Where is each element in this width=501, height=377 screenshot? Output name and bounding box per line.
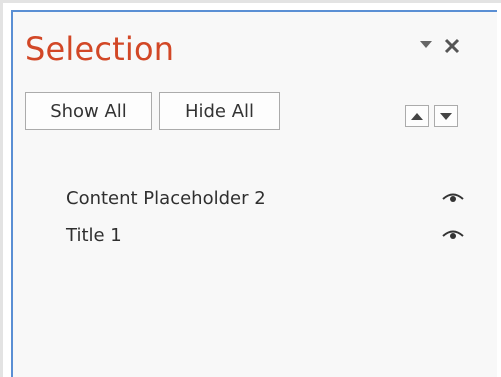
send-backward-button[interactable] [434, 105, 458, 127]
window-top-border [0, 0, 501, 3]
selection-pane-window: Selection Show All Hide All Content Plac… [0, 0, 501, 377]
eye-icon [442, 193, 464, 202]
list-item-label: Title 1 [66, 224, 122, 246]
visibility-toggle[interactable] [442, 225, 464, 245]
pane-options-button[interactable] [418, 38, 434, 52]
show-all-button[interactable]: Show All [25, 92, 152, 130]
close-icon [444, 38, 460, 54]
pane-top-accent-border [11, 10, 497, 12]
list-item-title-1[interactable]: Title 1 [66, 221, 466, 249]
pane-title: Selection [25, 30, 175, 68]
pane-left-accent-border [11, 10, 13, 377]
triangle-up-icon [411, 112, 423, 120]
list-item-label: Content Placeholder 2 [66, 187, 266, 209]
chevron-down-icon [420, 41, 432, 48]
close-pane-button[interactable] [438, 32, 466, 60]
visibility-toggle[interactable] [442, 188, 464, 208]
bring-forward-button[interactable] [405, 105, 429, 127]
list-item-content-placeholder-2[interactable]: Content Placeholder 2 [66, 184, 466, 212]
triangle-down-icon [440, 112, 452, 120]
window-left-border [0, 0, 3, 377]
eye-icon [442, 230, 464, 239]
hide-all-button[interactable]: Hide All [159, 92, 280, 130]
